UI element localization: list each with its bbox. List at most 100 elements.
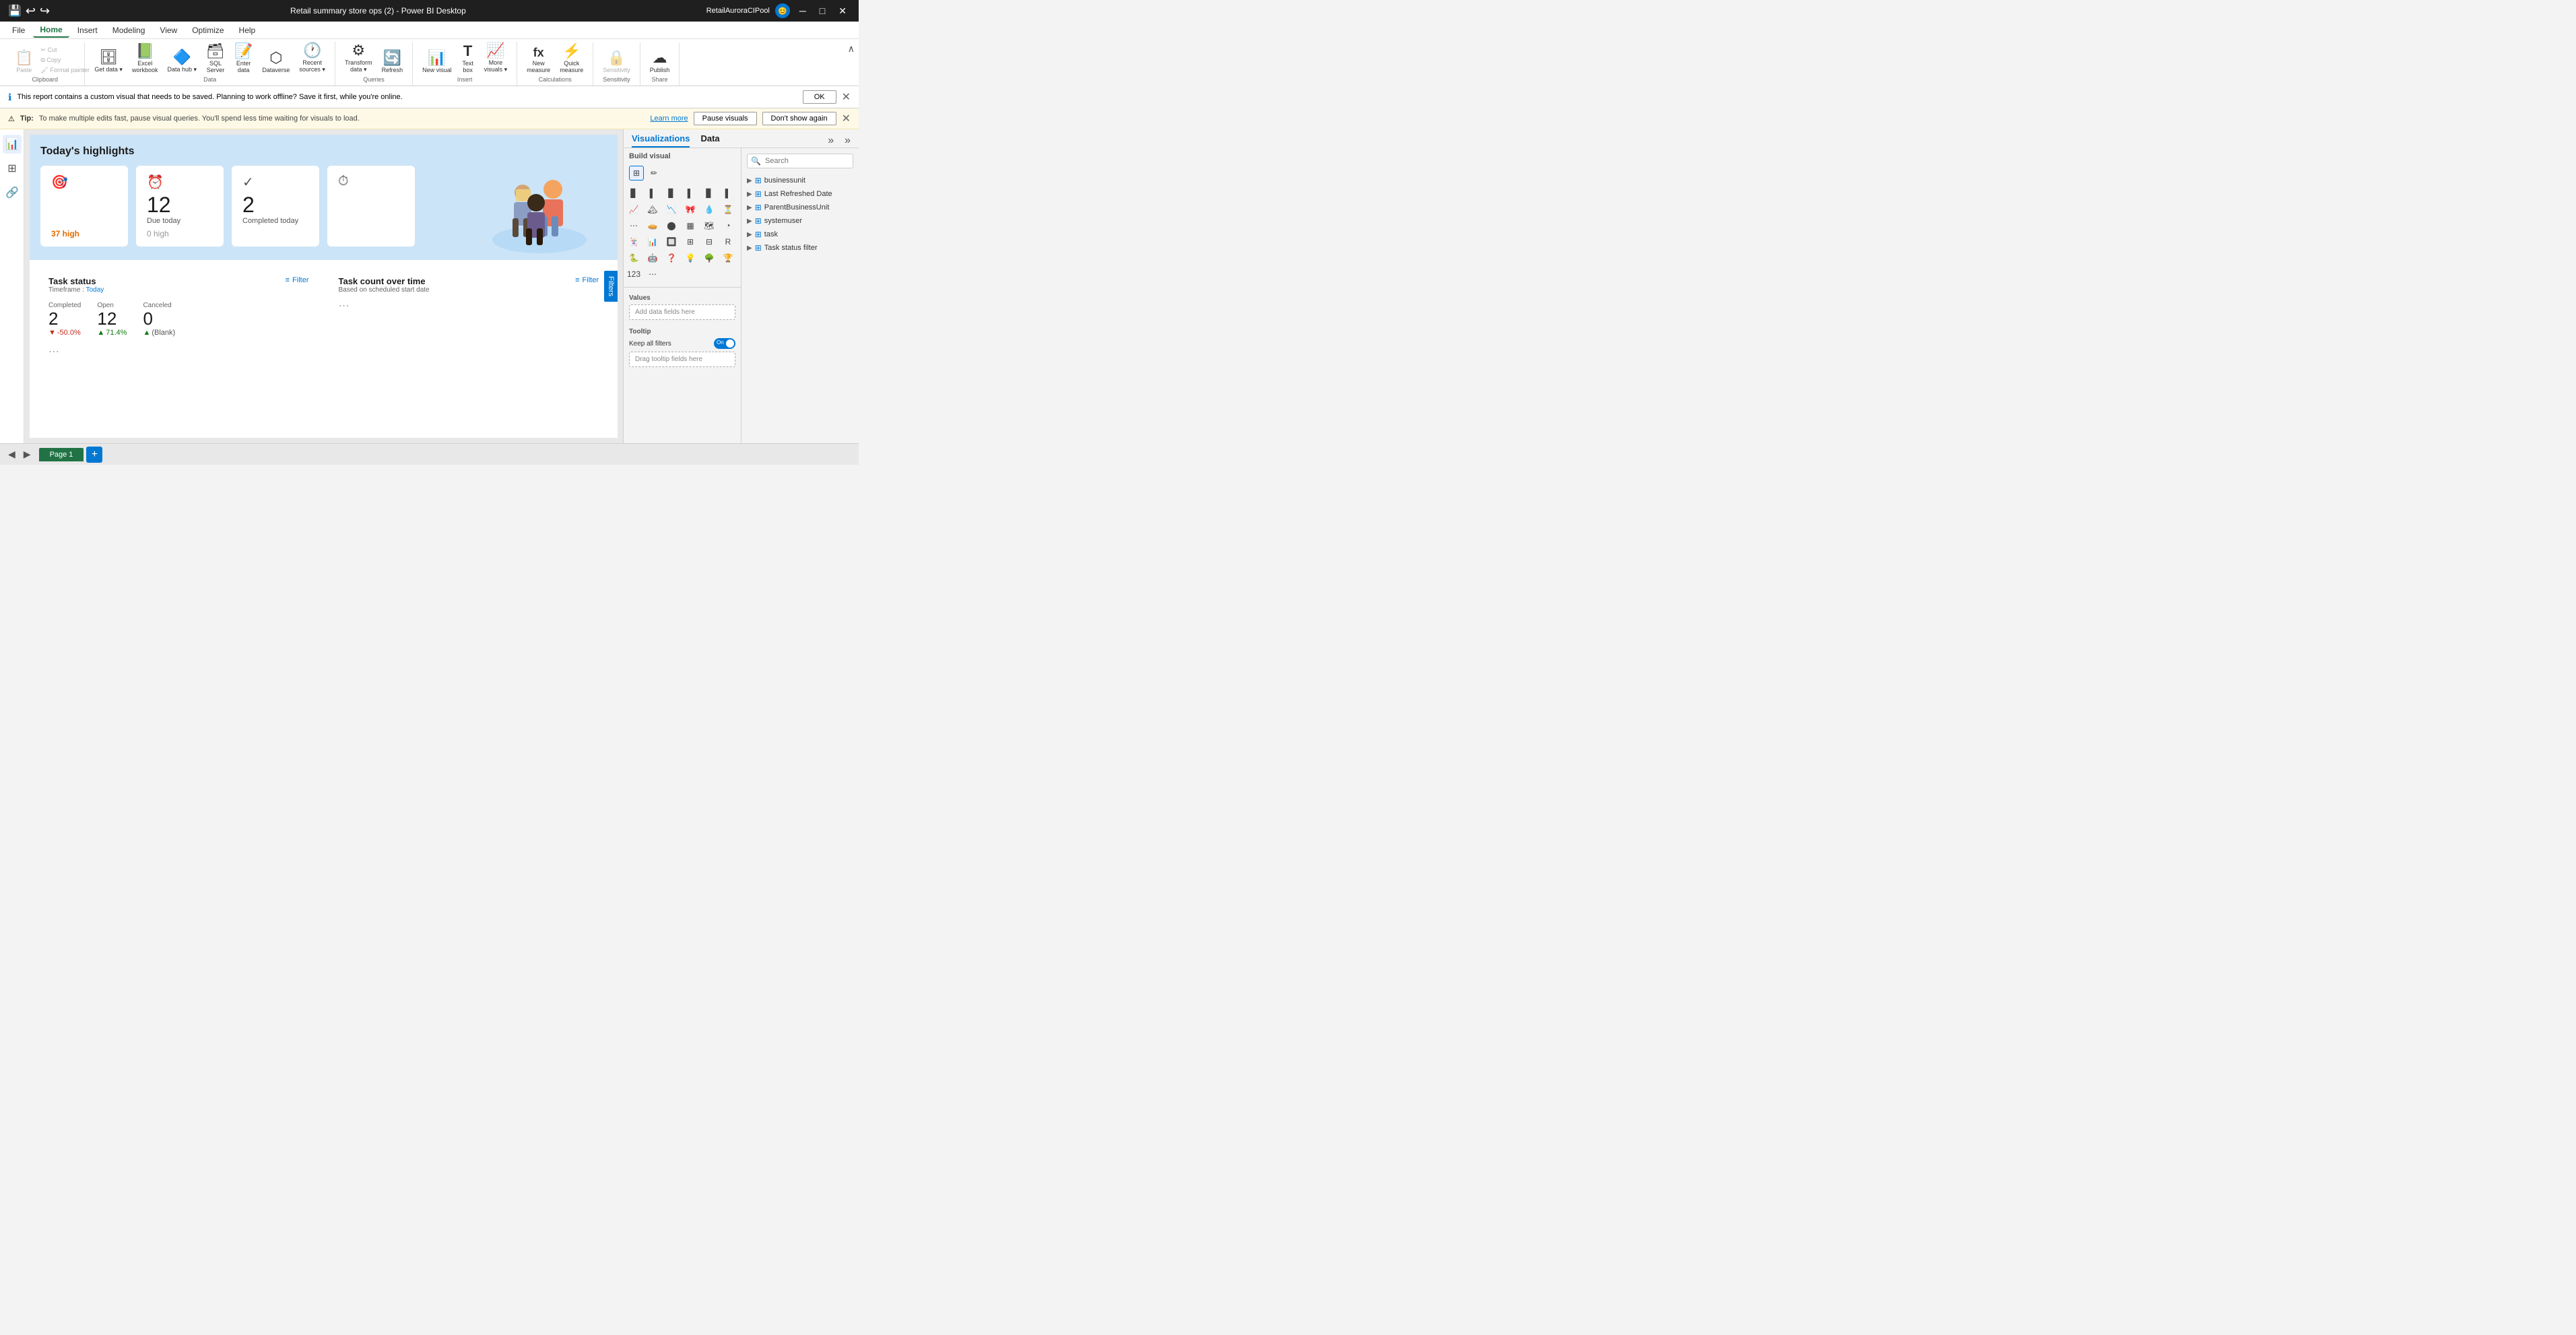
enter-data-button[interactable]: 📝 Enterdata: [230, 42, 257, 75]
add-page-button[interactable]: +: [86, 447, 102, 463]
viz-treemap-icon[interactable]: ▦: [683, 218, 698, 233]
viz-pie-icon[interactable]: 🥧: [645, 218, 660, 233]
tip-close-button[interactable]: ✕: [842, 112, 851, 125]
search-input[interactable]: [747, 154, 853, 168]
task-status-filter-button[interactable]: ≡ Filter: [286, 276, 309, 284]
viz-funnel-icon[interactable]: ⏳: [721, 202, 735, 217]
publish-button[interactable]: ☁ Publish: [646, 49, 674, 75]
recent-sources-button[interactable]: 🕐 Recentsources ▾: [295, 42, 329, 75]
metric-canceled: Canceled 0 ▲ (Blank): [143, 302, 175, 337]
viz-number-icon[interactable]: 123: [626, 267, 641, 282]
maximize-button[interactable]: □: [816, 4, 829, 18]
data-item-last-refreshed[interactable]: ▶ ⊞ Last Refreshed Date: [741, 187, 859, 201]
filter-tab[interactable]: Filters: [604, 271, 618, 302]
menu-home[interactable]: Home: [33, 23, 69, 38]
viz-slicer-icon[interactable]: 🔲: [664, 234, 679, 249]
data-item-task[interactable]: ▶ ⊞ task: [741, 228, 859, 241]
pause-visuals-button[interactable]: Pause visuals: [694, 112, 757, 125]
user-avatar[interactable]: 😊: [775, 3, 790, 18]
viz-stacked-col-icon[interactable]: ▌: [683, 186, 698, 201]
viz-table2-icon[interactable]: ⊞: [683, 234, 698, 249]
format-painter-button[interactable]: 🖌 Format painter: [38, 66, 79, 75]
viz-100-col-icon[interactable]: ▌: [721, 186, 735, 201]
viz-map-icon[interactable]: 🗺: [702, 218, 717, 233]
notification-ok-button[interactable]: OK: [803, 90, 836, 104]
sidebar-report-icon[interactable]: 📊: [3, 135, 22, 154]
viz-column-icon[interactable]: ▌: [645, 186, 660, 201]
text-box-button[interactable]: T Textbox: [457, 42, 479, 75]
minimize-button[interactable]: ─: [795, 4, 810, 18]
menu-insert[interactable]: Insert: [71, 24, 104, 37]
close-button[interactable]: ✕: [834, 4, 851, 18]
today-link[interactable]: Today: [86, 286, 104, 294]
page-next-button[interactable]: ▶: [21, 447, 34, 461]
data-hub-button[interactable]: 🔷 Data hub ▾: [163, 48, 201, 75]
page-1-tab[interactable]: Page 1: [39, 448, 84, 461]
visualizations-tab[interactable]: Visualizations: [632, 133, 690, 148]
viz-matrix-icon[interactable]: ⊟: [702, 234, 717, 249]
get-data-button[interactable]: 🗄 Get data ▾: [90, 48, 127, 75]
viz-waterfall-icon[interactable]: 💧: [702, 202, 717, 217]
data-tab[interactable]: Data: [700, 133, 719, 148]
viz-ai-icon[interactable]: 🤖: [645, 251, 660, 265]
viz-q-icon[interactable]: ❓: [664, 251, 679, 265]
ribbon-collapse-button[interactable]: ∧: [844, 42, 859, 56]
new-measure-button[interactable]: fx Newmeasure: [523, 45, 554, 75]
data-item-systemuser[interactable]: ▶ ⊞ systemuser: [741, 214, 859, 228]
viz-format-icon[interactable]: ✏: [647, 166, 661, 181]
learn-more-link[interactable]: Learn more: [650, 115, 688, 123]
transform-data-button[interactable]: ⚙ Transformdata ▾: [341, 42, 376, 75]
viz-ribbon-icon[interactable]: 🎀: [683, 202, 698, 217]
dont-show-button[interactable]: Don't show again: [762, 112, 836, 125]
page-prev-button[interactable]: ◀: [5, 447, 18, 461]
cut-button[interactable]: ✂ Cut: [38, 46, 79, 55]
viz-smart-icon[interactable]: 💡: [683, 251, 698, 265]
viz-table-icon[interactable]: ⊞: [629, 166, 644, 181]
menu-optimize[interactable]: Optimize: [185, 24, 230, 37]
notification-close-button[interactable]: ✕: [842, 90, 851, 104]
sidebar-data-icon[interactable]: ⊞: [3, 159, 22, 178]
sensitivity-button[interactable]: 🔒 Sensitivity: [599, 49, 634, 75]
task-count-filter-button[interactable]: ≡ Filter: [575, 276, 599, 284]
quick-measure-button[interactable]: ⚡ Quickmeasure: [556, 42, 587, 75]
sidebar-model-icon[interactable]: 🔗: [3, 183, 22, 202]
viz-stacked-bar-icon[interactable]: ▊: [664, 186, 679, 201]
sql-server-button[interactable]: 🗃 SQLServer: [202, 42, 229, 75]
refresh-button[interactable]: 🔄 Refresh: [378, 49, 407, 75]
viz-decomp-icon[interactable]: 🌳: [702, 251, 717, 265]
panel-expand2-button[interactable]: »: [845, 133, 851, 148]
viz-line-cluster-icon[interactable]: 📉: [664, 202, 679, 217]
menu-help[interactable]: Help: [232, 24, 263, 37]
panel-expand-button[interactable]: »: [828, 133, 834, 148]
data-item-task-status-filter[interactable]: ▶ ⊞ Task status filter: [741, 241, 859, 255]
paste-button[interactable]: 📋 Paste: [11, 49, 37, 75]
more-visuals-button[interactable]: 📈 Morevisuals ▾: [480, 42, 512, 75]
viz-py-icon[interactable]: 🐍: [626, 251, 641, 265]
viz-trophy-icon[interactable]: 🏆: [721, 251, 735, 265]
viz-100-bar-icon[interactable]: ▊: [702, 186, 717, 201]
viz-kpi-icon[interactable]: 📊: [645, 234, 660, 249]
highlight-card-1: 🎯 37 high: [40, 166, 128, 247]
viz-scatter-icon[interactable]: ⋯: [626, 218, 641, 233]
viz-donut-icon[interactable]: ⬤: [664, 218, 679, 233]
menu-modeling[interactable]: Modeling: [106, 24, 152, 37]
new-visual-button[interactable]: 📊 New visual: [418, 49, 456, 75]
keep-filters-toggle[interactable]: [714, 338, 735, 349]
menu-file[interactable]: File: [5, 24, 32, 37]
viz-more-icon[interactable]: ⋯: [645, 267, 660, 282]
viz-r-icon[interactable]: R: [721, 234, 735, 249]
values-section: Values Add data fields here: [624, 290, 741, 324]
viz-card-icon[interactable]: 🃏: [626, 234, 641, 249]
data-item-businessunit[interactable]: ▶ ⊞ businessunit: [741, 174, 859, 187]
copy-button[interactable]: ⧉ Copy: [38, 56, 79, 65]
values-dropzone[interactable]: Add data fields here: [629, 304, 735, 320]
tooltip-dropzone[interactable]: Drag tooltip fields here: [629, 352, 735, 367]
viz-line-icon[interactable]: 📈: [626, 202, 641, 217]
excel-workbook-button[interactable]: 📗 Excelworkbook: [128, 42, 162, 75]
dataverse-button[interactable]: ⬡ Dataverse: [258, 49, 294, 75]
viz-bar-icon[interactable]: ▊: [626, 186, 641, 201]
viz-area-icon[interactable]: 🏔: [645, 202, 660, 217]
data-item-parent-business[interactable]: ▶ ⊞ ParentBusinessUnit: [741, 201, 859, 214]
menu-view[interactable]: View: [153, 24, 184, 37]
viz-gauge-icon[interactable]: ◔: [721, 218, 735, 233]
